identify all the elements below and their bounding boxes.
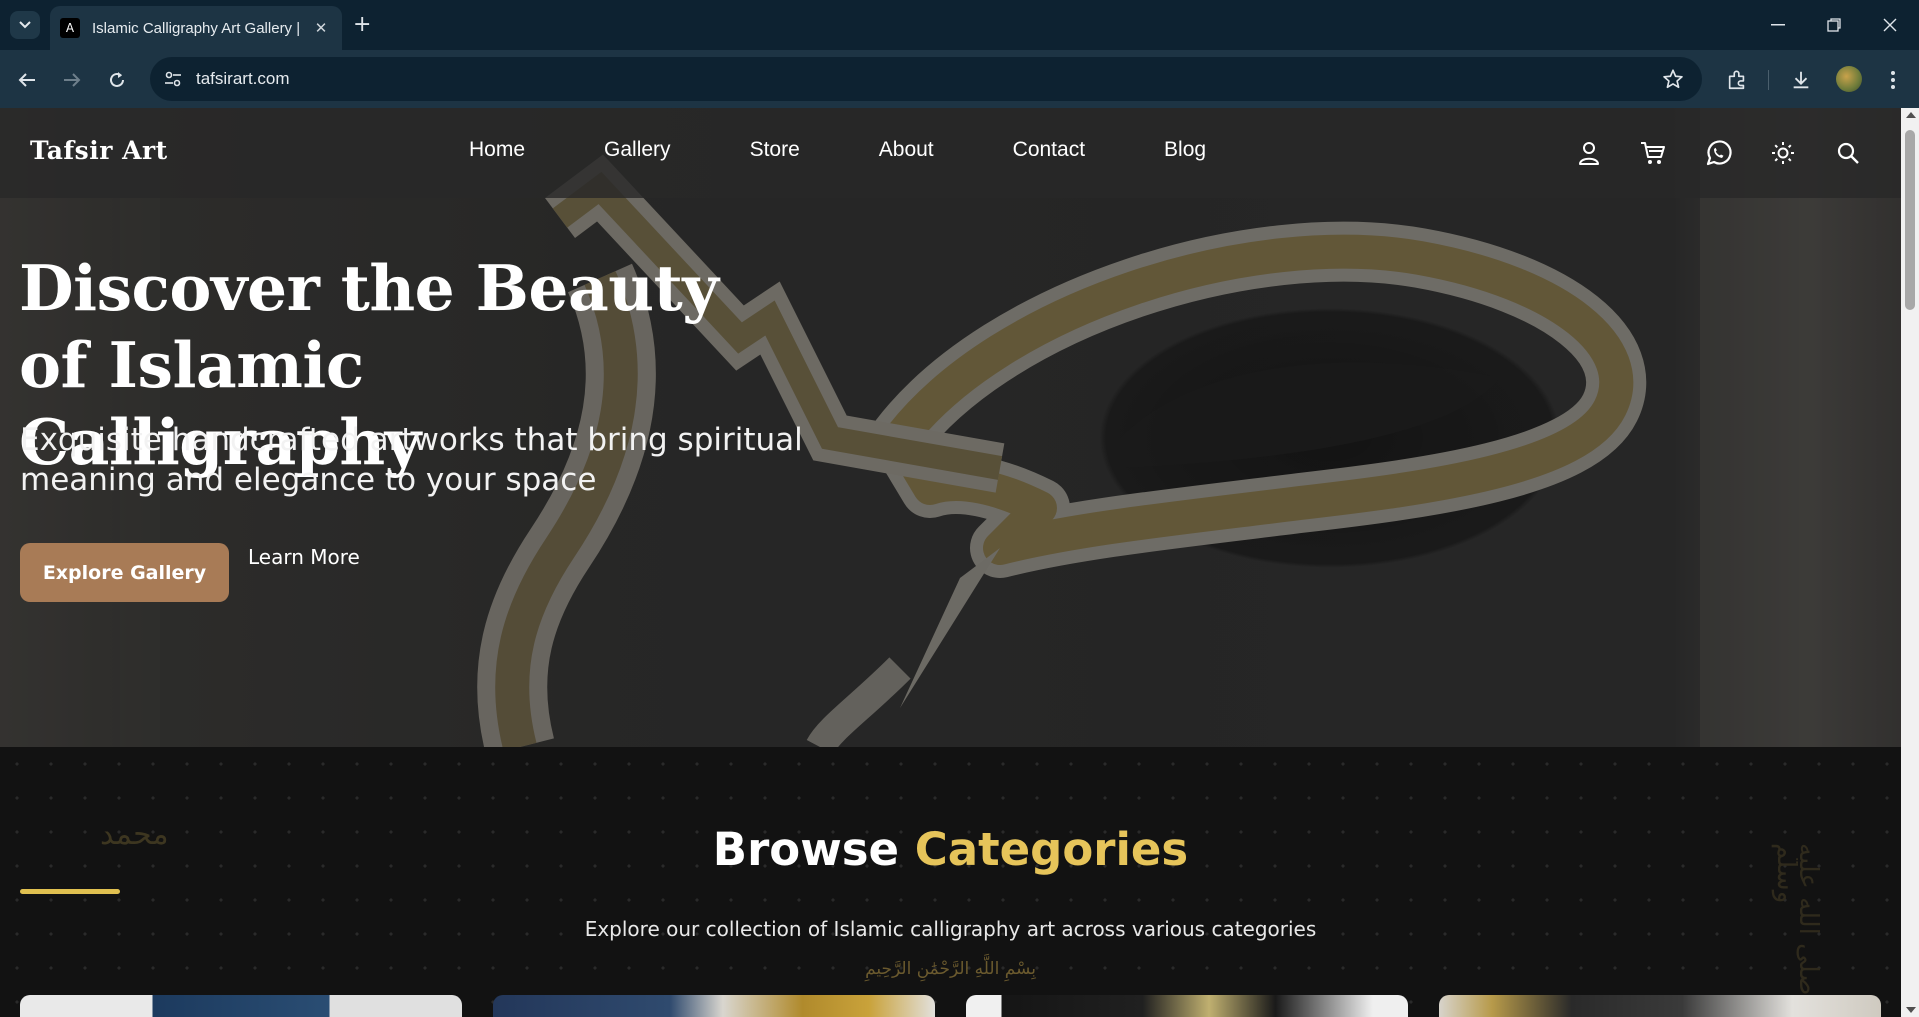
category-card[interactable] bbox=[493, 995, 935, 1017]
minimize-icon[interactable] bbox=[1763, 12, 1793, 38]
nav-store[interactable]: Store bbox=[750, 138, 800, 168]
forward-icon[interactable] bbox=[60, 68, 84, 92]
whatsapp-icon[interactable] bbox=[1703, 138, 1733, 168]
categories-subtitle: Explore our collection of Islamic callig… bbox=[584, 917, 1317, 941]
browser-tab-bar: A Islamic Calligraphy Art Gallery | ✕ + bbox=[0, 0, 1919, 50]
search-icon[interactable] bbox=[1833, 138, 1863, 168]
category-card[interactable] bbox=[966, 995, 1408, 1017]
tab-title: Islamic Calligraphy Art Gallery | bbox=[92, 19, 301, 37]
toolbar-divider bbox=[1768, 70, 1769, 90]
nav-about[interactable]: About bbox=[879, 138, 934, 168]
site-header: Tafsir Art Home Gallery Store About Cont… bbox=[0, 108, 1901, 198]
nav-contact[interactable]: Contact bbox=[1013, 138, 1085, 168]
page-viewport: Tafsir Art Home Gallery Store About Cont… bbox=[0, 108, 1901, 1017]
back-icon[interactable] bbox=[15, 68, 39, 92]
scroll-up-arrow-icon[interactable] bbox=[1906, 112, 1916, 118]
new-tab-button[interactable]: + bbox=[353, 12, 371, 38]
nav-home[interactable]: Home bbox=[469, 138, 525, 168]
learn-more-link[interactable]: Learn More bbox=[248, 545, 360, 569]
categories-title-main: Browse bbox=[712, 823, 915, 876]
categories-title-accent: Categories bbox=[914, 823, 1189, 876]
restore-icon[interactable] bbox=[1819, 12, 1849, 38]
more-menu-icon[interactable] bbox=[1880, 67, 1906, 93]
profile-avatar[interactable] bbox=[1836, 66, 1862, 92]
extensions-icon[interactable] bbox=[1724, 67, 1750, 93]
page-scrollbar[interactable] bbox=[1901, 108, 1919, 1017]
close-window-icon[interactable] bbox=[1875, 12, 1905, 38]
site-info-icon[interactable] bbox=[162, 68, 184, 90]
bismillah-text: بِسْمِ اللَّهِ الرَّحْمَٰنِ الرَّحِيمِ bbox=[865, 959, 1036, 979]
user-icon[interactable] bbox=[1574, 138, 1604, 168]
cart-icon[interactable] bbox=[1638, 138, 1668, 168]
reload-icon[interactable] bbox=[105, 68, 129, 92]
nav-blog[interactable]: Blog bbox=[1164, 138, 1206, 168]
close-tab-icon[interactable]: ✕ bbox=[310, 19, 332, 37]
browser-tab[interactable]: A Islamic Calligraphy Art Gallery | ✕ bbox=[50, 6, 342, 50]
hero-subtitle: Exquisite handcrafted artworks that brin… bbox=[20, 422, 803, 498]
categories-title: Browse Categories bbox=[0, 823, 1901, 876]
browser-toolbar: tafsirart.com bbox=[0, 50, 1919, 108]
main-navigation: Home Gallery Store About Contact Blog bbox=[469, 138, 1285, 168]
category-card[interactable] bbox=[1439, 995, 1881, 1017]
browse-categories-section: محمد صلى الله عليه وسلم Browse Categorie… bbox=[0, 747, 1901, 1017]
category-card[interactable] bbox=[20, 995, 462, 1017]
tab-favicon: A bbox=[60, 18, 80, 38]
site-logo[interactable]: Tafsir Art bbox=[30, 136, 168, 165]
bookmark-star-icon[interactable] bbox=[1662, 68, 1684, 94]
tab-search-icon[interactable] bbox=[10, 11, 40, 39]
address-bar[interactable]: tafsirart.com bbox=[150, 57, 1702, 101]
explore-gallery-button[interactable]: Explore Gallery bbox=[20, 543, 229, 602]
section-accent-underline bbox=[20, 889, 120, 894]
download-icon[interactable] bbox=[1788, 67, 1814, 93]
scroll-down-arrow-icon[interactable] bbox=[1906, 1007, 1916, 1013]
theme-toggle-sun-icon[interactable] bbox=[1768, 138, 1798, 168]
url-text: tafsirart.com bbox=[196, 69, 290, 88]
scrollbar-thumb[interactable] bbox=[1905, 130, 1915, 310]
hero-section: Tafsir Art Home Gallery Store About Cont… bbox=[0, 108, 1901, 747]
nav-gallery[interactable]: Gallery bbox=[604, 138, 671, 168]
